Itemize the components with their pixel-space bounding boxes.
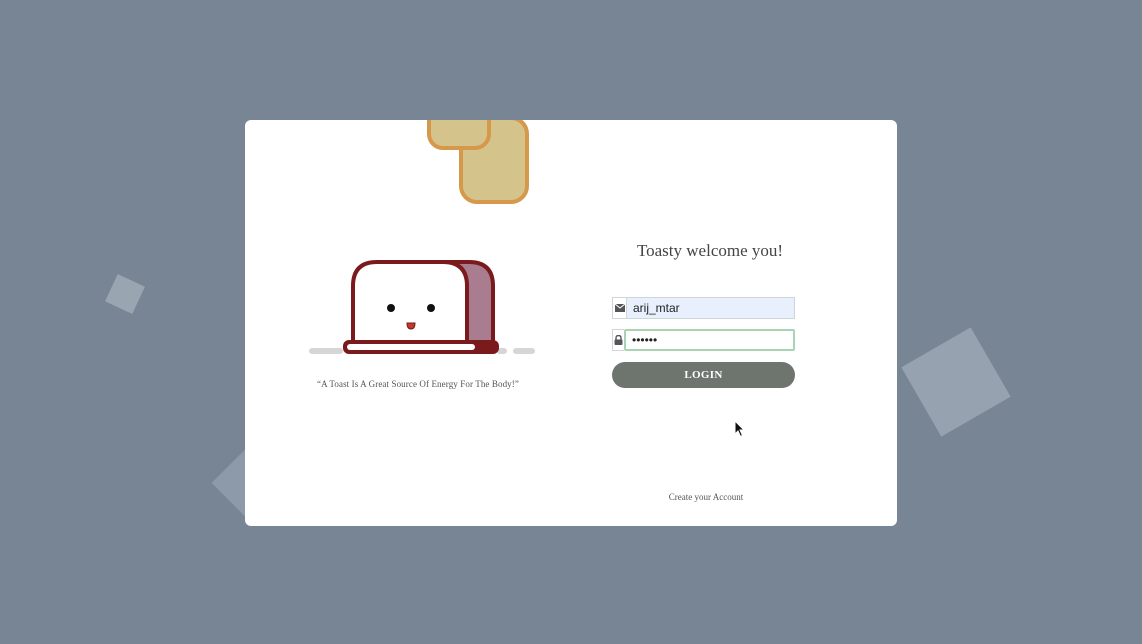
email-input[interactable] — [626, 297, 795, 319]
lock-icon — [612, 329, 624, 351]
toast-bread-illustration — [427, 120, 529, 204]
decorative-square — [105, 274, 145, 314]
page-background: “A Toast Is A Great Source Of Energy For… — [0, 0, 1142, 644]
decorative-square — [901, 327, 1011, 437]
create-account-link[interactable]: Create your Account — [645, 492, 767, 502]
password-field-group — [612, 329, 795, 351]
login-card: “A Toast Is A Great Source Of Energy For… — [245, 120, 897, 526]
toaster-illustration — [309, 260, 535, 354]
login-button[interactable]: LOGIN — [612, 362, 795, 388]
mouse-pointer-icon — [734, 420, 746, 438]
toast-quote: “A Toast Is A Great Source Of Energy For… — [317, 379, 519, 389]
password-input[interactable] — [624, 329, 795, 351]
envelope-icon — [612, 297, 626, 319]
email-field-group — [612, 297, 795, 319]
welcome-title: Toasty welcome you! — [636, 241, 784, 260]
